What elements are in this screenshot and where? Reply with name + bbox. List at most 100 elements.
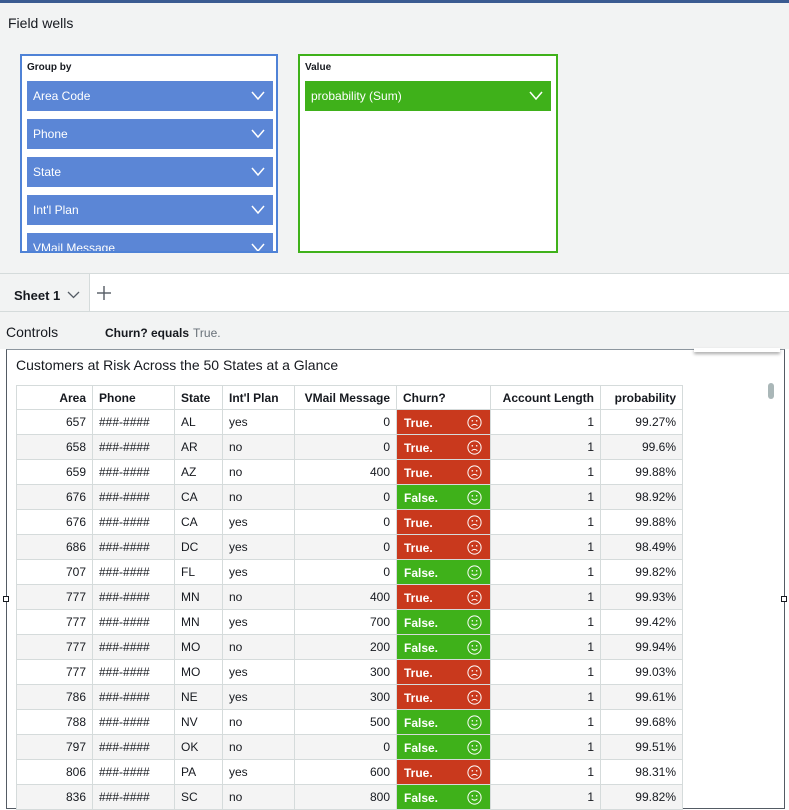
table-cell: PA	[174, 759, 223, 785]
column-header[interactable]: Churn?	[396, 385, 491, 410]
field-pill-label: Int'l Plan	[33, 203, 79, 217]
column-header[interactable]: State	[174, 385, 223, 410]
table-cell: 99.03%	[600, 659, 683, 685]
vertical-scrollbar[interactable]	[768, 383, 774, 399]
frown-icon	[467, 540, 482, 555]
table-cell: 777	[16, 634, 93, 660]
table-row: 777 ###-#### MO yes 300 True. 1 99.03%	[16, 659, 683, 685]
sheet-tab-label: Sheet 1	[14, 288, 61, 303]
churn-filter-value: True.	[193, 326, 221, 340]
table-row: 659 ###-#### AZ no 400 True. 1 99.88%	[16, 459, 683, 485]
table-cell: CA	[174, 484, 223, 510]
value-well[interactable]: Value probability (Sum)	[298, 54, 558, 253]
chevron-down-icon[interactable]	[529, 91, 543, 100]
table-row: 786 ###-#### NE yes 300 True. 1 99.61%	[16, 684, 683, 710]
table-cell: 1	[490, 459, 601, 485]
smile-icon	[467, 715, 482, 730]
table-cell: MN	[174, 584, 223, 610]
churn-cell: True.	[396, 459, 491, 485]
table-cell: 0	[294, 509, 397, 535]
table-cell: 686	[16, 534, 93, 560]
table-cell: 777	[16, 609, 93, 635]
table-cell: MN	[174, 609, 223, 635]
churn-cell: True.	[396, 409, 491, 435]
chevron-down-icon[interactable]	[251, 129, 265, 138]
field-pill[interactable]: State	[27, 157, 273, 187]
table-cell: ###-####	[92, 634, 175, 660]
table-cell: 700	[294, 609, 397, 635]
table-visual[interactable]: Customers at Risk Across the 50 States a…	[6, 348, 785, 810]
table-cell: 1	[490, 634, 601, 660]
table-row: 658 ###-#### AR no 0 True. 1 99.6%	[16, 434, 683, 460]
column-header[interactable]: Account Length	[490, 385, 601, 410]
table-cell: ###-####	[92, 409, 175, 435]
table-cell: 500	[294, 709, 397, 735]
smile-icon	[467, 640, 482, 655]
table-row: 777 ###-#### MO no 200 False. 1 99.94%	[16, 634, 683, 660]
table-cell: 1	[490, 534, 601, 560]
field-pill[interactable]: Phone	[27, 119, 273, 149]
table-cell: 98.92%	[600, 484, 683, 510]
field-pill[interactable]: probability (Sum)	[305, 81, 551, 111]
field-pill[interactable]: VMail Message	[27, 233, 273, 252]
table-cell: yes	[222, 534, 295, 560]
plus-icon[interactable]	[96, 285, 112, 301]
table-cell: AZ	[174, 459, 223, 485]
table-cell: ###-####	[92, 459, 175, 485]
resize-handle-left[interactable]	[3, 596, 9, 602]
table-row: 707 ###-#### FL yes 0 False. 1 99.82%	[16, 559, 683, 585]
table-cell: ###-####	[92, 559, 175, 585]
table-cell: 600	[294, 759, 397, 785]
chevron-down-icon[interactable]	[251, 167, 265, 176]
table-cell: no	[222, 734, 295, 760]
field-pill-label: probability (Sum)	[311, 89, 402, 103]
value-label: Value	[305, 62, 332, 73]
churn-cell: True.	[396, 759, 491, 785]
churn-value: False.	[404, 641, 439, 655]
table-row: 657 ###-#### AL yes 0 True. 1 99.27%	[16, 409, 683, 435]
churn-filter-control[interactable]: Churn? equals True.	[105, 326, 221, 340]
table-cell: DC	[174, 534, 223, 560]
smile-icon	[467, 615, 482, 630]
column-header[interactable]: Area	[16, 385, 93, 410]
churn-cell: True.	[396, 509, 491, 535]
column-header[interactable]: VMail Message	[294, 385, 397, 410]
churn-cell: False.	[396, 734, 491, 760]
table-cell: ###-####	[92, 684, 175, 710]
column-header[interactable]: Int'l Plan	[222, 385, 295, 410]
group-by-well[interactable]: Group by Area Code Phone State Int'l Plan VM…	[20, 54, 278, 253]
table-cell: 98.31%	[600, 759, 683, 785]
field-pill[interactable]: Int'l Plan	[27, 195, 273, 225]
chevron-down-icon[interactable]	[251, 91, 265, 100]
table-cell: 676	[16, 509, 93, 535]
table-cell: 806	[16, 759, 93, 785]
table-cell: ###-####	[92, 484, 175, 510]
table-cell: MO	[174, 634, 223, 660]
table-cell: 777	[16, 659, 93, 685]
table-cell: no	[222, 434, 295, 460]
churn-value: True.	[404, 591, 433, 605]
frown-icon	[467, 690, 482, 705]
table-cell: AL	[174, 409, 223, 435]
chevron-down-icon[interactable]	[67, 291, 80, 299]
frown-icon	[467, 765, 482, 780]
table-cell: 300	[294, 684, 397, 710]
table-cell: 0	[294, 409, 397, 435]
column-header[interactable]: probability	[600, 385, 683, 410]
table-cell: 99.42%	[600, 609, 683, 635]
table-cell: 676	[16, 484, 93, 510]
chevron-down-icon[interactable]	[251, 243, 265, 252]
sheet-tab[interactable]: Sheet 1	[0, 274, 90, 312]
table-cell: 657	[16, 409, 93, 435]
table-row: 788 ###-#### NV no 500 False. 1 99.68%	[16, 709, 683, 735]
chevron-down-icon[interactable]	[251, 205, 265, 214]
field-pill[interactable]: Area Code	[27, 81, 273, 111]
field-pill-label: Phone	[33, 127, 68, 141]
column-header[interactable]: Phone	[92, 385, 175, 410]
table-row: 797 ###-#### OK no 0 False. 1 99.51%	[16, 734, 683, 760]
table-cell: no	[222, 634, 295, 660]
churn-value: True.	[404, 516, 433, 530]
resize-handle-right[interactable]	[781, 596, 787, 602]
churn-value: True.	[404, 766, 433, 780]
table-cell: 1	[490, 659, 601, 685]
